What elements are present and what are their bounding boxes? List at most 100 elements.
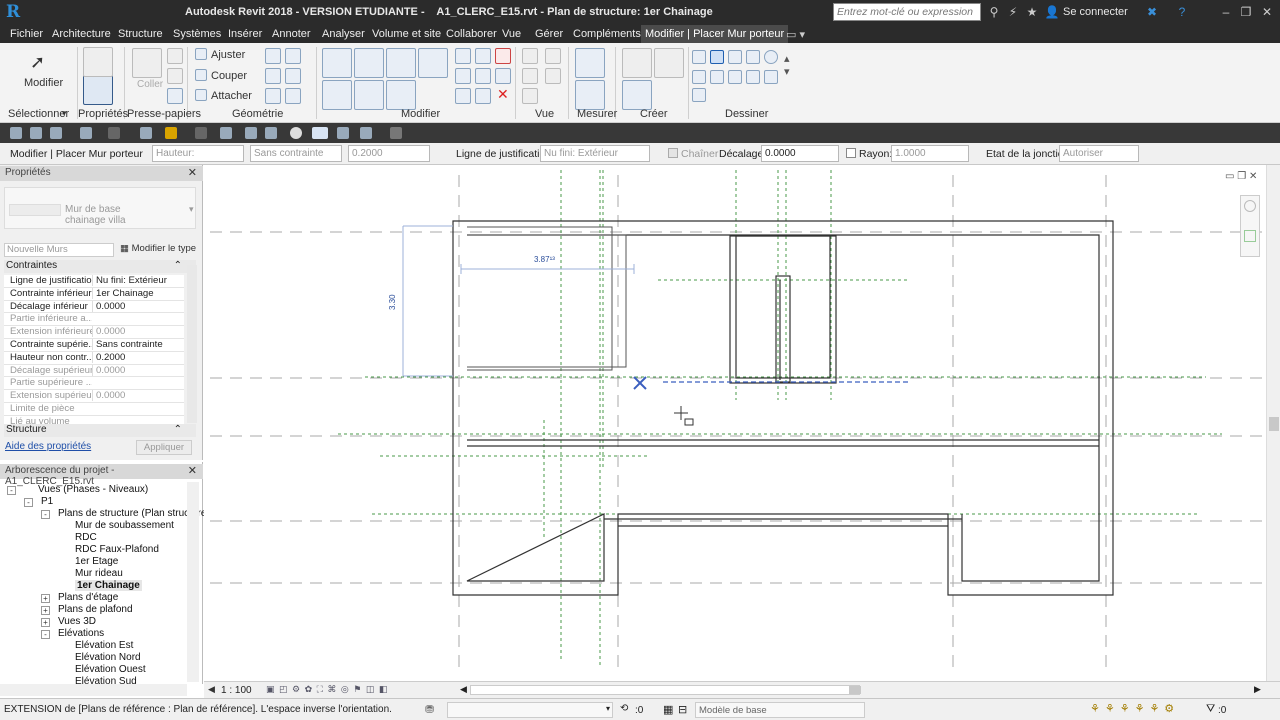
tab-architecture[interactable]: Architecture	[52, 28, 111, 40]
inscribed-polygon-icon[interactable]	[746, 50, 760, 64]
trim-extend-icon[interactable]	[455, 88, 471, 104]
user-icon[interactable]: 👤	[1044, 4, 1060, 20]
tree-item[interactable]: RDC Faux-Plafond	[75, 544, 159, 555]
offset-field[interactable]: 0.0000	[761, 145, 839, 162]
collapse-icon[interactable]: -	[7, 486, 16, 495]
workset-combo[interactable]: ▾	[447, 702, 613, 718]
hscroll-thumb[interactable]	[849, 686, 861, 694]
pick-face-icon[interactable]	[692, 88, 706, 102]
drawing-canvas[interactable]: 3.87¹³ 3.30 ▭ ❐ ✕	[204, 165, 1266, 681]
tab-structure[interactable]: Structure	[118, 28, 163, 40]
redo-icon[interactable]	[108, 127, 120, 139]
split-face-icon[interactable]	[265, 68, 281, 84]
property-row[interactable]: Décalage inférieur 0.0000	[4, 300, 184, 314]
array-icon[interactable]	[455, 68, 471, 84]
pick-lines-icon[interactable]	[764, 70, 778, 84]
aligned-dim-qat-icon[interactable]	[195, 127, 207, 139]
3d-view-icon[interactable]	[265, 127, 277, 139]
property-value[interactable]: 0.0000	[92, 326, 184, 338]
property-row[interactable]: Partie supérieure ...	[4, 377, 184, 391]
tree-item[interactable]: Elévations	[58, 628, 104, 639]
navigation-bar[interactable]	[1240, 195, 1260, 257]
collapse-icon[interactable]: ⌃	[174, 260, 182, 271]
property-row[interactable]: Ligne de justification Nu fini: Extérieur	[4, 275, 184, 288]
property-value[interactable]: 0.0000	[92, 364, 184, 376]
tree-item[interactable]: 1er Chainage	[75, 580, 142, 591]
close-icon[interactable]: ✕	[1259, 4, 1275, 20]
minimize-icon[interactable]: –	[1218, 4, 1234, 20]
expand-icon[interactable]: +	[41, 594, 50, 603]
height-combo[interactable]: Hauteur:	[152, 145, 244, 162]
wall-join-icon[interactable]	[265, 48, 281, 64]
create-part-icon[interactable]	[622, 48, 652, 78]
override-graphics-icon[interactable]	[522, 68, 538, 84]
arc-tangent-icon[interactable]	[728, 70, 742, 84]
property-row[interactable]: Limite de pièce	[4, 403, 184, 416]
cope-icon[interactable]	[285, 48, 301, 64]
star-icon[interactable]: ★	[1024, 4, 1040, 20]
view-window-controls-icon[interactable]: ▭ ❐ ✕	[1225, 171, 1257, 182]
save-icon[interactable]	[30, 127, 42, 139]
expand-icon[interactable]: +	[41, 606, 50, 615]
sync-icon[interactable]	[50, 127, 62, 139]
pin-icon[interactable]	[495, 68, 511, 84]
property-row[interactable]: Hauteur non contr... 0.2000	[4, 351, 184, 365]
switch-windows-icon[interactable]	[360, 127, 372, 139]
close-hidden-icon[interactable]	[337, 127, 349, 139]
split-icon[interactable]	[455, 48, 471, 64]
exchange-icon[interactable]: ✖	[1144, 4, 1160, 20]
property-row[interactable]: Extension inférieure 0.0000	[4, 326, 184, 339]
copy-element-icon[interactable]	[354, 80, 384, 110]
tree-item[interactable]: Mur rideau	[75, 568, 123, 579]
arc-center-icon[interactable]	[710, 70, 724, 84]
scale-icon[interactable]	[475, 68, 491, 84]
collapse-icon[interactable]: ⌃	[174, 424, 182, 435]
floor-plan[interactable]: 3.87¹³ 3.30	[204, 165, 1266, 681]
arc-tool-icon[interactable]	[692, 70, 706, 84]
tree-item[interactable]: Plans d'étage	[58, 592, 118, 603]
group-select-label[interactable]: Sélectionner	[8, 108, 69, 120]
browser-hscrollbar[interactable]	[0, 684, 187, 696]
steering-wheel-icon[interactable]	[1244, 200, 1256, 212]
hide-category-icon[interactable]	[545, 68, 561, 84]
tab-volume-et-site[interactable]: Volume et site	[372, 28, 441, 40]
property-row[interactable]: Contrainte supérie... Sans contrainte	[4, 339, 184, 352]
circle-tool-icon[interactable]	[764, 50, 778, 64]
help-link[interactable]: Aide des propriétés	[5, 441, 91, 452]
copy-icon[interactable]	[167, 68, 183, 84]
split-gap-icon[interactable]	[475, 48, 491, 64]
instance-filter-combo[interactable]: Nouvelle Murs	[4, 243, 114, 257]
maximize-icon[interactable]: ❐	[1238, 4, 1254, 20]
search-input[interactable]: Entrez mot-clé ou expression	[833, 3, 981, 21]
join-icon[interactable]	[195, 48, 207, 60]
modify-button[interactable]: Modifier	[24, 77, 63, 89]
align-icon[interactable]	[322, 48, 352, 78]
trim-multiple-icon[interactable]	[475, 88, 491, 104]
thin-lines-icon[interactable]	[545, 48, 561, 64]
tree-item[interactable]: Elévation Nord	[75, 652, 141, 663]
close-icon[interactable]: ✕	[188, 464, 197, 477]
chain-checkbox[interactable]	[668, 148, 678, 158]
create-assembly-icon[interactable]	[654, 48, 684, 78]
move-icon[interactable]	[322, 80, 352, 110]
scroll-left-icon[interactable]: ◀	[460, 684, 467, 695]
offset-icon[interactable]	[354, 48, 384, 78]
tree-item[interactable]: P1	[41, 496, 53, 507]
tab-complements[interactable]: Compléments	[573, 28, 641, 40]
radius-field[interactable]: 1.0000	[891, 145, 969, 162]
attacher-button[interactable]: Attacher	[211, 90, 252, 102]
tree-item[interactable]: Mur de soubassement	[75, 520, 174, 531]
undo-icon[interactable]	[80, 127, 92, 139]
tree-item[interactable]: Elévation Ouest	[75, 664, 146, 675]
tab-analyser[interactable]: Analyser	[322, 28, 365, 40]
polygon-tool-icon[interactable]	[728, 50, 742, 64]
fillet-arc-icon[interactable]	[746, 70, 760, 84]
collapse-icon[interactable]: -	[41, 630, 50, 639]
zoom-icon[interactable]	[1244, 230, 1256, 242]
revit-logo-icon[interactable]: R	[6, 2, 26, 22]
view-scale[interactable]: 1 : 100	[221, 685, 252, 696]
couper-button[interactable]: Couper	[211, 70, 247, 82]
property-value[interactable]: Sans contrainte	[92, 339, 184, 350]
tab-vue[interactable]: Vue	[502, 28, 521, 40]
cursor-icon[interactable]: ➚	[30, 52, 45, 73]
